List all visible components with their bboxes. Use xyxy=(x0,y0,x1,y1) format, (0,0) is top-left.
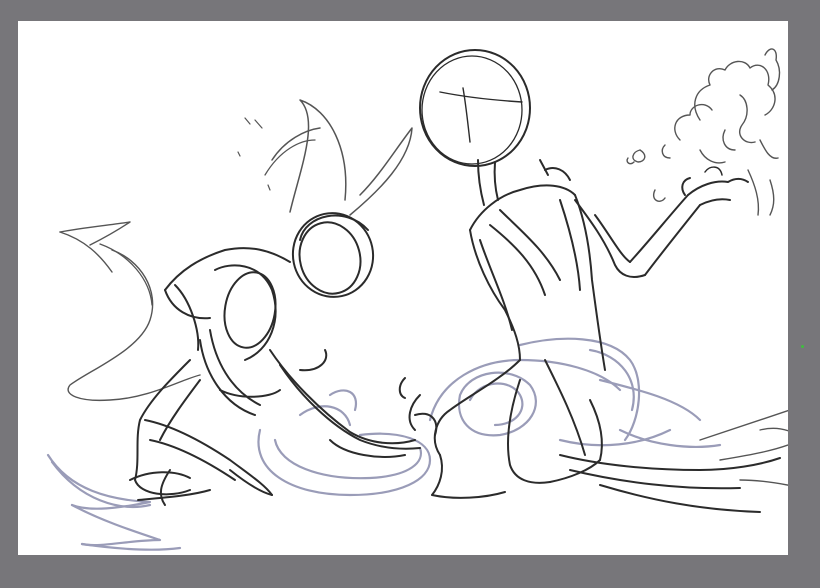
left-figure-sketch xyxy=(59,99,421,506)
brush-cursor-dot xyxy=(801,345,804,348)
flame-sketch xyxy=(626,48,781,216)
canvas-workspace[interactable] xyxy=(0,0,820,588)
right-figure-sketch xyxy=(398,48,788,513)
sketch-line-layer xyxy=(59,48,788,513)
sketch-drawing xyxy=(46,48,788,551)
blue-sketch-layer xyxy=(46,337,722,551)
